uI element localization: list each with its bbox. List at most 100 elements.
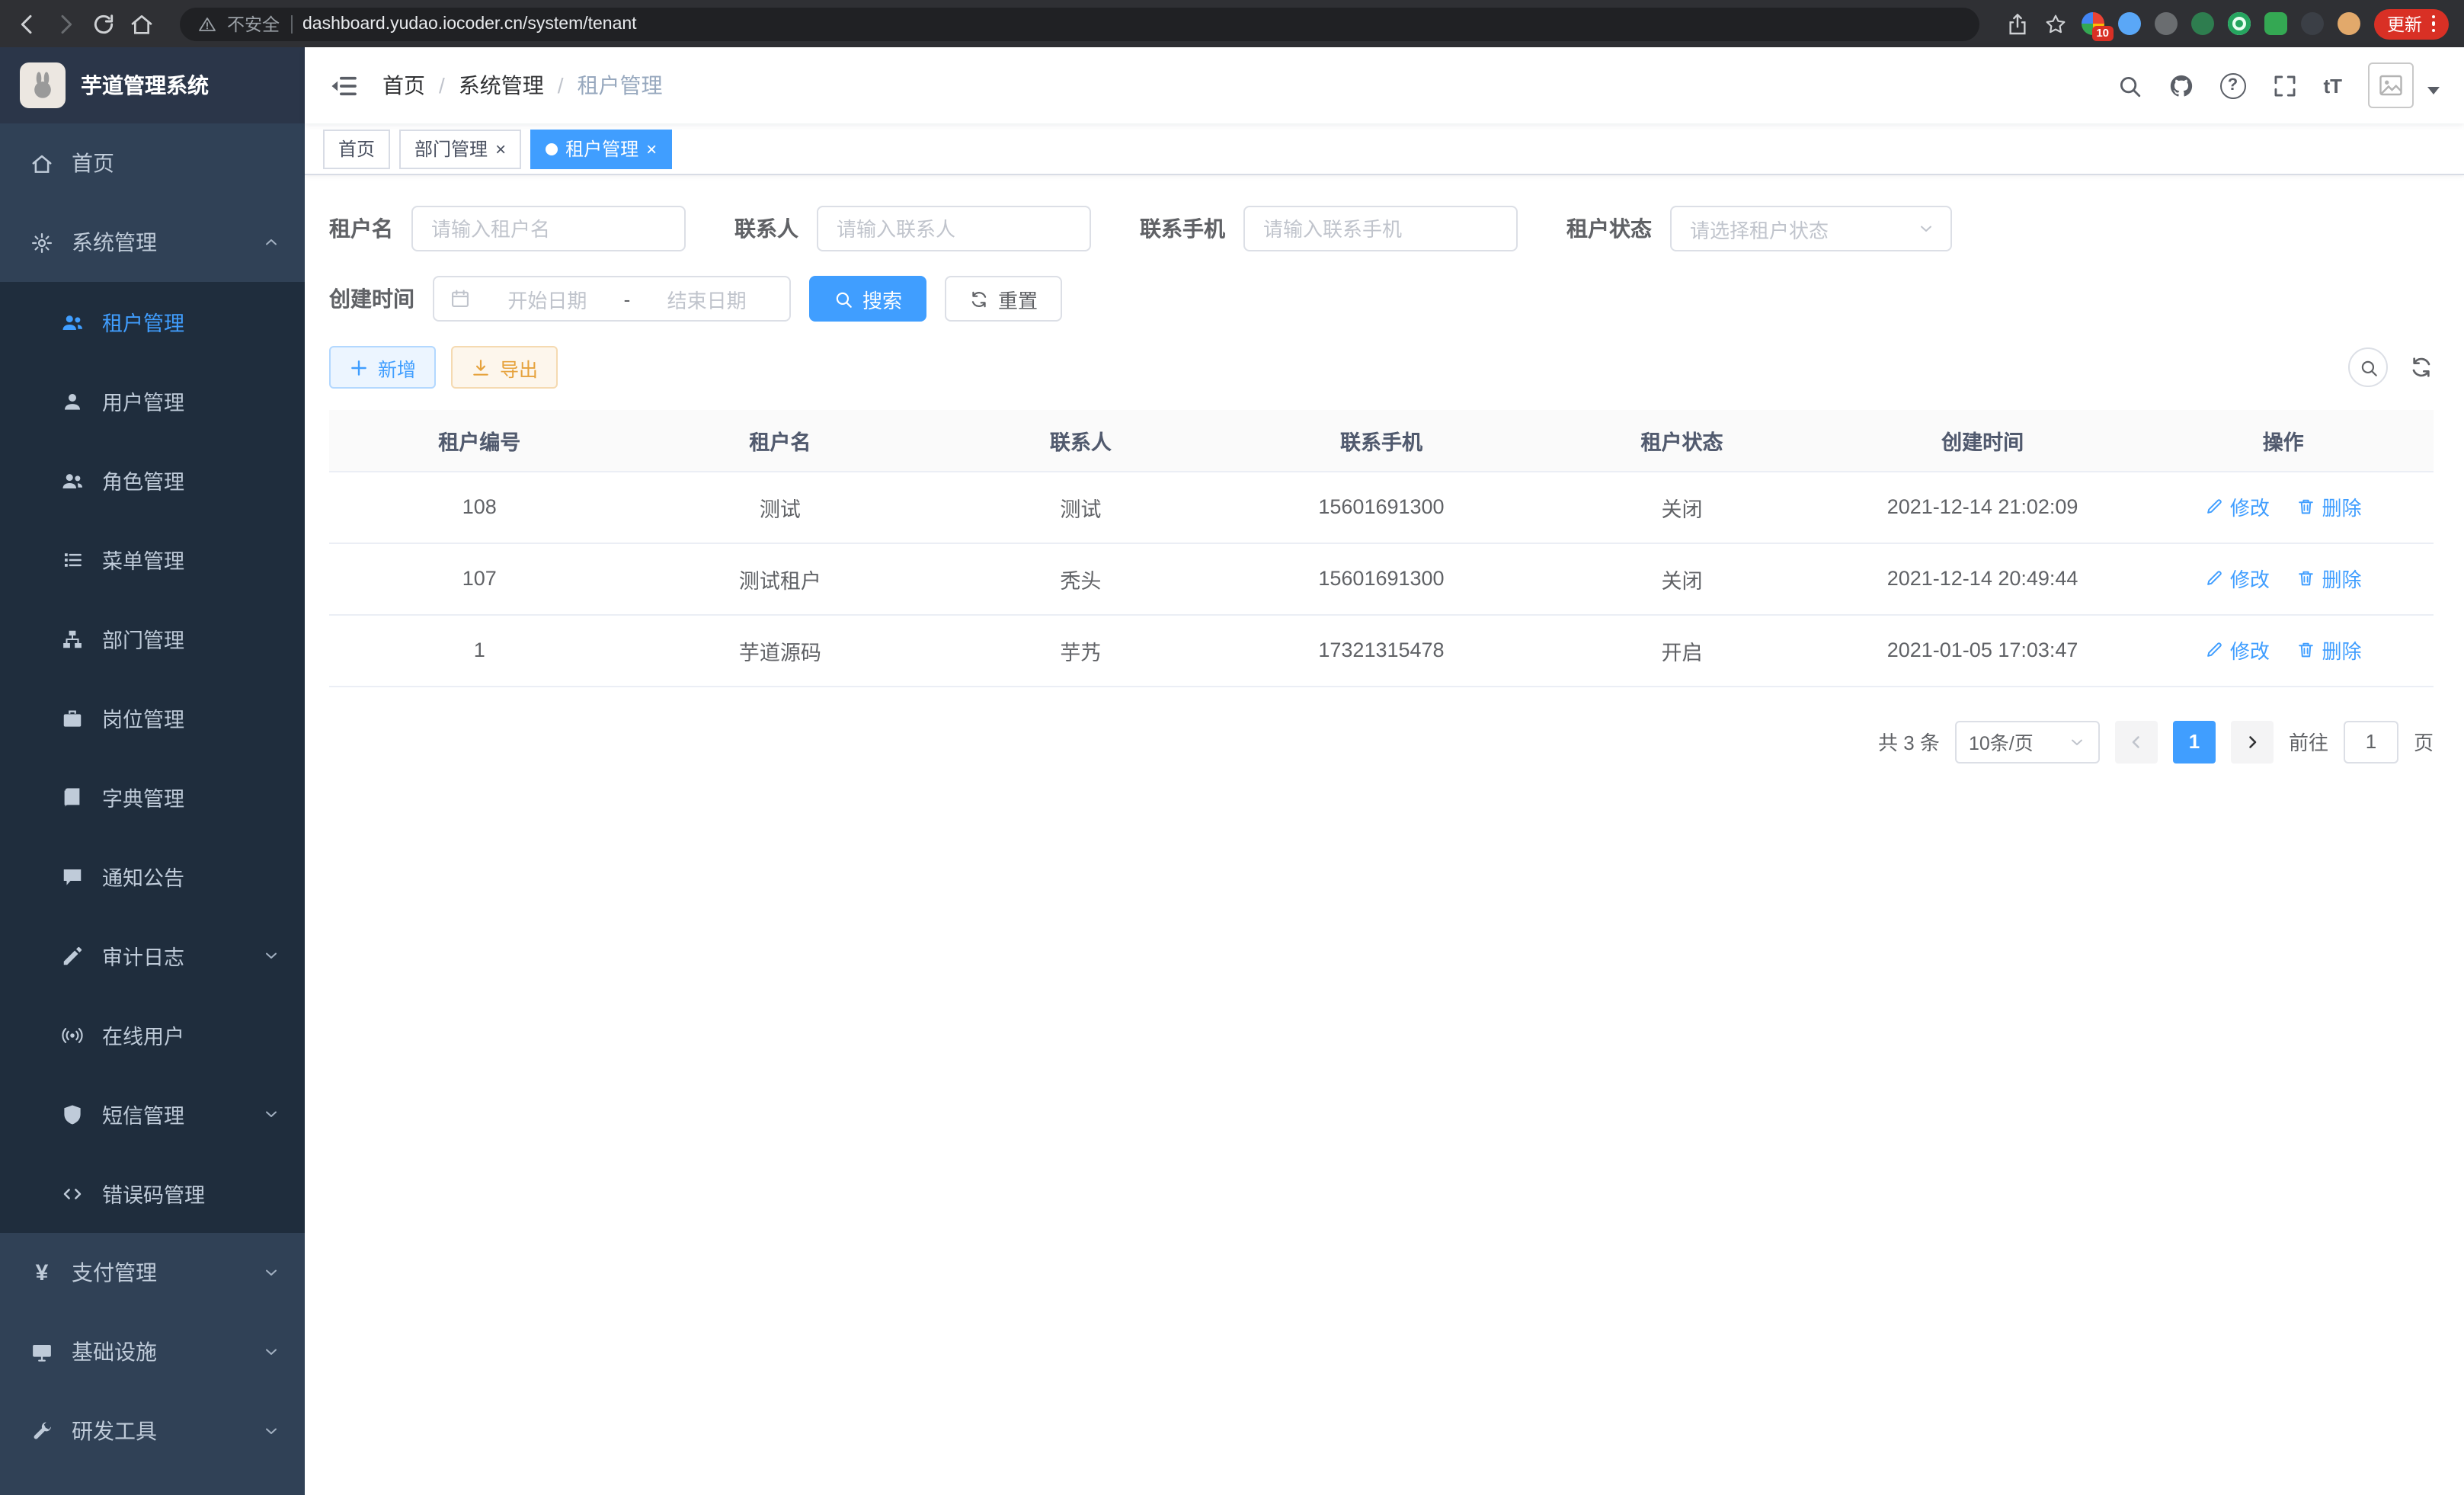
dict-book-icon [61,786,84,808]
export-button[interactable]: 导出 [451,346,558,389]
sidebar-item-role-management[interactable]: 角色管理 [0,440,305,520]
current-page-button[interactable]: 1 [2173,720,2216,763]
sidebar-item-post-management[interactable]: 岗位管理 [0,678,305,757]
browser-chrome: 不安全 dashboard.yudao.iocoder.cn/system/te… [0,0,2464,47]
font-size-icon[interactable]: tT [2323,74,2342,97]
extension-icon-green-circle[interactable] [2227,12,2250,35]
sidebar-collapse-icon[interactable] [329,71,358,100]
next-page-button[interactable] [2231,720,2274,763]
cell-status: 关闭 [1531,471,1832,543]
refresh-table-button[interactable] [2409,355,2434,379]
search-button[interactable]: 搜索 [809,276,926,322]
calendar-icon [450,288,471,309]
extension-icon-blue[interactable] [2117,12,2140,35]
refresh-icon [969,289,989,309]
post-briefcase-icon [61,706,84,729]
sidebar-item-home[interactable]: 首页 [0,123,305,203]
edit-link-label: 修改 [2230,564,2270,593]
tab-close-icon[interactable]: × [646,139,657,158]
bookmark-star-icon[interactable] [2043,11,2067,36]
sidebar-item-dept-management[interactable]: 部门管理 [0,599,305,678]
breadcrumb-home[interactable]: 首页 [382,70,425,101]
header-search-icon[interactable] [2116,72,2142,98]
filter-row-1: 租户名 联系人 联系手机 租户状态 请选择租户状态 [329,206,2434,251]
goto-page-input[interactable] [2344,720,2398,763]
browser-menu-kebab-icon [2431,15,2435,33]
browser-forward-icon[interactable] [53,11,78,36]
sidebar-item-notice[interactable]: 通知公告 [0,837,305,916]
page-size-select[interactable]: 10条/页 [1955,720,2100,763]
cell-tenant-name: 测试租户 [630,543,931,614]
user-avatar[interactable] [2368,62,2414,108]
browser-reload-icon[interactable] [91,11,116,36]
add-button[interactable]: 新增 [329,346,436,389]
extension-icon-colorful[interactable]: 10 [2081,12,2104,35]
create-time-range-picker[interactable]: 开始日期 - 结束日期 [433,276,791,322]
contact-input[interactable] [817,206,1091,251]
edit-link[interactable]: 修改 [2205,492,2270,521]
extension-icon-gray[interactable] [2154,12,2177,35]
breadcrumb-system[interactable]: 系统管理 [459,70,544,101]
github-icon[interactable] [2168,72,2194,98]
edit-link[interactable]: 修改 [2205,635,2270,664]
browser-update-button[interactable]: 更新 [2373,8,2449,39]
url-text: dashboard.yudao.iocoder.cn/system/tenant [302,14,637,33]
sidebar-item-tenant-management[interactable]: 租户管理 [0,282,305,361]
tab-close-icon[interactable]: × [495,139,506,158]
extension-icon-dark[interactable] [2300,12,2323,35]
address-bar[interactable]: 不安全 dashboard.yudao.iocoder.cn/system/te… [180,7,1979,40]
sidebar-item-user-management[interactable]: 用户管理 [0,361,305,440]
avatar-dropdown-caret-icon[interactable] [2427,87,2440,94]
tenant-name-input[interactable] [411,206,686,251]
cell-tenant-name: 芋道源码 [630,614,931,686]
sidebar-item-infrastructure[interactable]: 基础设施 [0,1312,305,1391]
reset-button[interactable]: 重置 [945,276,1062,322]
audit-log-icon [61,944,84,967]
export-button-label: 导出 [500,353,538,382]
chevron-down-icon [262,946,280,965]
sidebar-item-error-code[interactable]: 错误码管理 [0,1154,305,1233]
contact-phone-input[interactable] [1243,206,1518,251]
help-icon[interactable]: ? [2219,72,2245,98]
infra-monitor-icon [30,1340,53,1363]
gear-icon [30,231,53,254]
delete-link[interactable]: 删除 [2296,492,2361,521]
sidebar-item-menu-management[interactable]: 菜单管理 [0,520,305,599]
tab-dept-management[interactable]: 部门管理 × [399,129,521,168]
edit-link[interactable]: 修改 [2205,564,2270,593]
prev-page-button[interactable] [2115,720,2158,763]
create-time-label: 创建时间 [329,283,414,314]
tags-view-bar: 首页 部门管理 × 租户管理 × [305,123,2464,175]
sidebar-item-online-user[interactable]: 在线用户 [0,995,305,1074]
browser-home-icon[interactable] [130,11,154,36]
sidebar-item-dev-tools[interactable]: 研发工具 [0,1391,305,1471]
extension-icon-dark-green[interactable] [2190,12,2213,35]
sidebar-item-audit-log[interactable]: 审计日志 [0,916,305,995]
sidebar-item-label: 短信管理 [102,1099,184,1129]
toggle-search-button[interactable] [2348,347,2388,387]
sidebar-item-dict-management[interactable]: 字典管理 [0,757,305,837]
sms-shield-icon [61,1103,84,1125]
share-icon[interactable] [2005,11,2029,36]
breadcrumb-current: 租户管理 [578,70,663,101]
cell-actions: 修改 删除 [2133,471,2434,543]
pay-yen-icon: ¥ [30,1260,53,1285]
delete-link[interactable]: 删除 [2296,564,2361,593]
table-toolbar: 新增 导出 [329,346,2434,389]
sidebar-item-pay-management[interactable]: ¥ 支付管理 [0,1233,305,1312]
security-label: 不安全 [227,11,280,36]
start-date-placeholder: 开始日期 [480,284,615,313]
tenant-status-select[interactable]: 请选择租户状态 [1670,206,1952,251]
browser-back-icon[interactable] [15,11,40,36]
pencil-icon [2205,498,2224,517]
sidebar-item-label: 错误码管理 [102,1178,205,1208]
delete-link[interactable]: 删除 [2296,635,2361,664]
extension-icon-tan[interactable] [2337,12,2360,35]
sidebar-item-sms-management[interactable]: 短信管理 [0,1074,305,1154]
tab-tenant-management[interactable]: 租户管理 × [530,129,672,168]
extension-badge: 10 [2092,25,2113,41]
fullscreen-icon[interactable] [2271,72,2297,98]
extension-icon-green-square[interactable] [2264,12,2286,35]
tab-home[interactable]: 首页 [323,129,390,168]
sidebar-item-system-management[interactable]: 系统管理 [0,203,305,282]
